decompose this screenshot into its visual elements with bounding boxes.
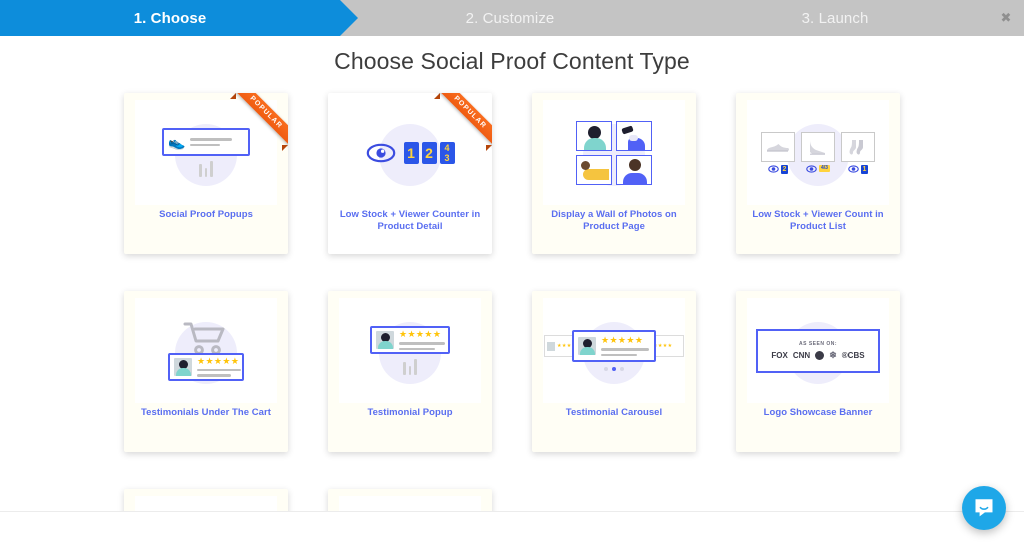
- motion-bars: [162, 161, 250, 177]
- media-logos: FOX CNN ❄ ®CBS: [771, 350, 865, 360]
- counter-digit-rolling: 4 3: [439, 141, 455, 164]
- card-label: Logo Showcase Banner: [763, 407, 873, 418]
- sneaker-icon: [761, 131, 795, 162]
- photo-tile: [616, 120, 652, 151]
- logo-cbs: ®CBS: [841, 351, 865, 360]
- product-tile: 1: [841, 131, 875, 174]
- carousel-dot[interactable]: [604, 367, 608, 371]
- eye-icon: [767, 165, 779, 173]
- card-label: Low Stock + Viewer Counter in Product De…: [339, 209, 481, 232]
- card-thumbnail: ★★★★ ★★★★★ ★★★★: [543, 298, 685, 403]
- card-label: Testimonial Carousel: [565, 407, 663, 418]
- motion-bars: [403, 359, 417, 375]
- photo-tile: [616, 154, 652, 185]
- rating-stars: ★★★★★: [399, 329, 442, 339]
- cart-testimonial-illustration: ★★★★★: [168, 321, 244, 381]
- card-logo-showcase-banner[interactable]: AS SEEN ON: FOX CNN ❄ ®CBS Logo Showcase…: [736, 291, 900, 452]
- card-label: Low Stock + Viewer Count in Product List: [752, 209, 884, 232]
- wizard-stepper: 1. Choose 2. Customize 3. Launch ✖: [0, 0, 1024, 36]
- testimonial-carousel-illustration: ★★★★ ★★★★★ ★★★★: [544, 330, 684, 371]
- chat-bubble-icon: [975, 499, 993, 517]
- logo-banner-illustration: AS SEEN ON: FOX CNN ❄ ®CBS: [756, 328, 880, 373]
- product-tile: 4/3: [801, 131, 835, 173]
- eye-icon: [847, 165, 859, 173]
- page-title: Choose Social Proof Content Type: [334, 48, 690, 74]
- card-thumbnail: 2 4/3 1: [747, 100, 889, 205]
- viewer-count: 4/3: [806, 164, 830, 173]
- shoe-icon: 👟: [168, 134, 186, 150]
- card-label: Display a Wall of Photos on Product Page: [551, 209, 677, 232]
- card-label: Testimonials Under The Cart: [141, 407, 271, 418]
- photo-tile: [576, 120, 612, 151]
- count-badge: 4/3: [819, 165, 830, 172]
- close-icon[interactable]: ✖: [998, 10, 1014, 26]
- step-customize-label: 2. Customize: [465, 9, 555, 27]
- carousel-dots[interactable]: [604, 367, 624, 371]
- count-badge: 2: [780, 164, 789, 174]
- logo-fox: FOX: [771, 351, 788, 360]
- logo-cnn: CNN: [792, 351, 811, 360]
- viewer-count: 2: [767, 164, 789, 174]
- step-choose[interactable]: 1. Choose: [0, 0, 358, 36]
- heel-icon: [801, 131, 835, 162]
- rating-stars: ★★★★★: [601, 335, 644, 345]
- testimonial-popup-illustration: ★★★★★: [370, 326, 450, 375]
- viewer-count: 1: [847, 164, 869, 174]
- counter-digits: 1 2 4 3: [403, 141, 455, 164]
- socks-icon: [841, 131, 875, 162]
- card-testimonials-under-cart[interactable]: ★★★★★ Testimonials Under The Cart: [124, 291, 288, 452]
- eye-icon: [366, 143, 395, 162]
- viewer-counter-illustration: 1 2 4 3: [366, 141, 455, 164]
- card-thumbnail: ★★★★★: [339, 298, 481, 403]
- card-label: Social Proof Popups: [159, 209, 253, 220]
- step-customize[interactable]: 2. Customize: [340, 0, 680, 36]
- carousel-dot-active[interactable]: [612, 367, 616, 371]
- content-scroll-area[interactable]: POPULAR 👟 Social Proof Popups POPULAR 1 …: [0, 75, 1024, 537]
- card-low-stock-viewer-count-list[interactable]: 2 4/3 1 Low Stock + Viewer Count in Prod…: [736, 93, 900, 254]
- avatar: [578, 337, 596, 355]
- content-type-grid: POPULAR 👟 Social Proof Popups POPULAR 1 …: [0, 75, 1024, 537]
- count-badge: 1: [860, 164, 869, 174]
- step-launch[interactable]: 3. Launch: [680, 0, 1024, 36]
- card-thumbnail: 👟: [135, 100, 277, 205]
- avatar: [376, 331, 394, 349]
- counter-digit: 1: [403, 141, 419, 164]
- photo-tile: [576, 154, 612, 185]
- step-choose-label: 1. Choose: [133, 9, 207, 27]
- eye-icon: [806, 164, 817, 173]
- logo-nbc-icon: ❄: [829, 350, 837, 360]
- card-label: Testimonial Popup: [367, 407, 453, 418]
- photo-wall-illustration: [576, 120, 652, 185]
- as-seen-on-label: AS SEEN ON:: [798, 341, 837, 347]
- carousel-dot[interactable]: [620, 367, 624, 371]
- counter-digit-top: 4: [444, 142, 450, 153]
- card-testimonial-popup[interactable]: ★★★★★ Testimonial Popup: [328, 291, 492, 452]
- card-thumbnail: AS SEEN ON: FOX CNN ❄ ®CBS: [747, 298, 889, 403]
- avatar: [174, 357, 192, 376]
- counter-digit: 2: [421, 141, 437, 164]
- intercom-chat-launcher[interactable]: [962, 486, 1006, 530]
- rating-stars: ★★★★★: [197, 355, 240, 366]
- product-tile: 2: [761, 131, 795, 174]
- card-thumbnail: [543, 100, 685, 205]
- shopping-cart-icon: [183, 322, 225, 355]
- popup-shoe-illustration: 👟: [162, 128, 250, 177]
- logo-abc-icon: [815, 351, 825, 360]
- card-testimonial-carousel[interactable]: ★★★★ ★★★★★ ★★★★ Testimonial Carousel: [532, 291, 696, 452]
- product-list-illustration: 2 4/3 1: [761, 131, 875, 174]
- step-launch-label: 3. Launch: [801, 9, 869, 27]
- card-low-stock-viewer-counter-detail[interactable]: POPULAR 1 2 4 3 Low Stock + Viewer Count…: [328, 93, 492, 254]
- card-social-proof-popups[interactable]: POPULAR 👟 Social Proof Popups: [124, 93, 288, 254]
- card-wall-of-photos[interactable]: Display a Wall of Photos on Product Page: [532, 93, 696, 254]
- card-thumbnail: 1 2 4 3: [339, 100, 481, 205]
- card-thumbnail: ★★★★★: [135, 298, 277, 403]
- counter-digit-bottom: 3: [444, 152, 450, 163]
- modal-footer-divider: [0, 511, 1024, 537]
